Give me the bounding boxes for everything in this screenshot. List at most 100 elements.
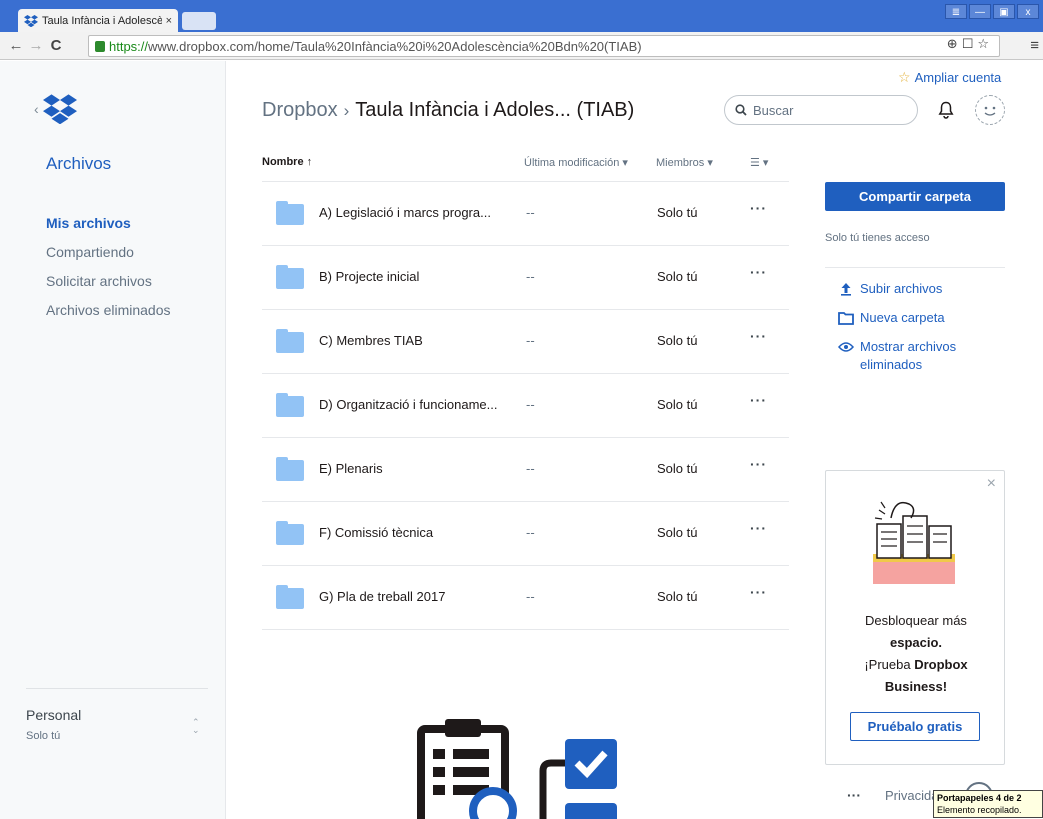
more-actions-button[interactable]: ··· (750, 520, 767, 536)
sidebar-divider (26, 688, 208, 689)
reload-icon[interactable]: C (46, 37, 66, 54)
account-switcher[interactable]: Personal Solo tú (26, 707, 81, 742)
sidebar-item-archivos-eliminados[interactable]: Archivos eliminados (46, 296, 171, 325)
window-extra-button[interactable]: ≣ (945, 4, 967, 19)
new-folder-icon (838, 312, 854, 325)
breadcrumb-separator: › (343, 101, 350, 120)
table-row[interactable]: D) Organització i funcioname... -- Solo … (262, 374, 789, 438)
table-row[interactable]: A) Legislació i marcs progra... -- Solo … (262, 182, 789, 246)
upgrade-link[interactable]: ☆ Ampliar cuenta (898, 69, 1001, 86)
forward-arrow-icon[interactable]: → (26, 37, 46, 54)
sidebar-item-solicitar-archivos[interactable]: Solicitar archivos (46, 267, 171, 296)
more-actions-button[interactable]: ··· (750, 456, 767, 472)
table-row[interactable]: F) Comissió tècnica -- Solo tú ··· (262, 502, 789, 566)
table-row[interactable]: C) Membres TIAB -- Solo tú ··· (262, 310, 789, 374)
promo-line-3: ¡Prueba Dropbox (826, 654, 1006, 676)
close-icon[interactable]: × (987, 475, 996, 493)
upload-files-label: Subir archivos (860, 281, 943, 296)
promo-line-1: Desbloquear más (865, 613, 967, 628)
clipboard-checklist-illustration (417, 719, 617, 819)
view-options-button[interactable]: ☰ ▾ (750, 156, 768, 169)
account-toggle-icon[interactable]: ⌃ ⌄ (192, 718, 200, 735)
promo-card: × Desbloquear más espacio. ¡Prueba Dropb… (825, 470, 1005, 765)
file-members: Solo tú (657, 269, 698, 284)
file-modified: -- (526, 333, 535, 348)
try-free-button[interactable]: Pruébalo gratis (850, 712, 980, 741)
more-actions-button[interactable]: ··· (750, 584, 767, 600)
table-row[interactable]: B) Projecte inicial -- Solo tú ··· (262, 246, 789, 310)
promo-line-3-bold: Dropbox (914, 657, 968, 672)
new-tab-button[interactable] (182, 12, 216, 30)
file-name[interactable]: C) Membres TIAB (319, 333, 423, 348)
bell-icon[interactable] (938, 101, 954, 119)
address-bar[interactable]: https:// www.dropbox.com/home/Taula%20In… (88, 35, 1000, 57)
promo-illustration (873, 501, 955, 584)
column-name[interactable]: Nombre ↑ (262, 156, 312, 168)
file-members: Solo tú (657, 397, 698, 412)
show-deleted-action[interactable]: Mostrar archivos eliminados (838, 338, 970, 374)
tab-close-icon[interactable]: × (166, 15, 172, 27)
file-members: Solo tú (657, 205, 698, 220)
file-modified: -- (526, 269, 535, 284)
column-modified[interactable]: Última modificación ▾ (524, 156, 628, 169)
back-arrow-icon[interactable]: ← (6, 37, 26, 54)
breadcrumb-root[interactable]: Dropbox (262, 99, 338, 121)
browser-titlebar: Taula Infància i Adolescència × ≣ — ▣ x (0, 0, 1043, 32)
more-actions-button[interactable]: ··· (750, 392, 767, 408)
breadcrumb: Dropbox › Taula Infància i Adoles... (TIAB… (262, 99, 634, 122)
upload-files-action[interactable]: Subir archivos (838, 280, 970, 298)
file-modified: -- (526, 525, 535, 540)
browser-menu-icon[interactable]: ≡ (1030, 37, 1039, 54)
sidebar-title[interactable]: Archivos (46, 154, 111, 174)
file-name[interactable]: E) Plenaris (319, 461, 383, 476)
chevron-left-icon: ‹ (34, 101, 39, 117)
more-actions-button[interactable]: ··· (750, 328, 767, 344)
clipboard-tooltip: Portapapeles 4 de 2 Elemento recopilado. (933, 790, 1043, 818)
window-close-button[interactable]: x (1017, 4, 1039, 19)
tab-title: Taula Infància i Adolescència (42, 14, 162, 27)
search-input[interactable]: Buscar (724, 95, 918, 125)
table-row[interactable]: E) Plenaris -- Solo tú ··· (262, 438, 789, 502)
dropbox-logo-icon (42, 94, 77, 124)
sidebar-item-mis-archivos[interactable]: Mis archivos (46, 209, 171, 238)
file-members: Solo tú (657, 525, 698, 540)
file-name[interactable]: A) Legislació i marcs progra... (319, 205, 491, 220)
upgrade-label: Ampliar cuenta (914, 70, 1002, 85)
browser-tab[interactable]: Taula Infància i Adolescència × (18, 9, 178, 32)
file-members: Solo tú (657, 589, 698, 604)
file-modified: -- (526, 397, 535, 412)
url-text: www.dropbox.com/home/Taula%20Infància%20… (148, 38, 642, 54)
window-maximize-button[interactable]: ▣ (993, 4, 1015, 19)
avatar[interactable] (975, 95, 1005, 125)
folder-icon (276, 457, 304, 481)
dropbox-logo[interactable]: ‹ (34, 94, 77, 124)
folder-icon (276, 265, 304, 289)
more-actions-button[interactable]: ··· (750, 200, 767, 216)
column-members[interactable]: Miembros ▾ (656, 156, 713, 169)
footer-more-button[interactable]: ··· (847, 787, 861, 803)
table-row[interactable]: G) Pla de treball 2017 -- Solo tú ··· (262, 566, 789, 630)
sidebar-item-compartiendo[interactable]: Compartiendo (46, 238, 171, 267)
url-scheme: https:// (109, 38, 149, 54)
file-name[interactable]: B) Projecte inicial (319, 269, 419, 284)
file-name[interactable]: G) Pla de treball 2017 (319, 589, 445, 604)
file-name[interactable]: D) Organització i funcioname... (319, 397, 497, 412)
file-members: Solo tú (657, 461, 698, 476)
window-minimize-button[interactable]: — (969, 4, 991, 19)
table-header: Nombre ↑ Última modificación ▾ Miembros … (262, 152, 789, 182)
new-folder-action[interactable]: Nueva carpeta (838, 309, 970, 327)
privacy-link[interactable]: Privacida (885, 788, 938, 803)
file-modified: -- (526, 461, 535, 476)
share-folder-button[interactable]: Compartir carpeta (825, 182, 1005, 211)
new-folder-label: Nueva carpeta (860, 310, 945, 325)
address-bar-icons[interactable]: ⊕☐☆ (947, 36, 993, 52)
browser-toolbar: ← → C https:// www.dropbox.com/home/Taul… (0, 32, 1043, 60)
smiley-icon (984, 106, 996, 116)
window-controls: ≣ — ▣ x (945, 4, 1039, 19)
tooltip-title: Portapapeles 4 de 2 (937, 793, 1022, 803)
more-actions-button[interactable]: ··· (750, 264, 767, 280)
sidebar-nav: Mis archivos Compartiendo Solicitar arch… (46, 209, 171, 325)
file-name[interactable]: F) Comissió tècnica (319, 525, 433, 540)
file-modified: -- (526, 205, 535, 220)
file-modified: -- (526, 589, 535, 604)
